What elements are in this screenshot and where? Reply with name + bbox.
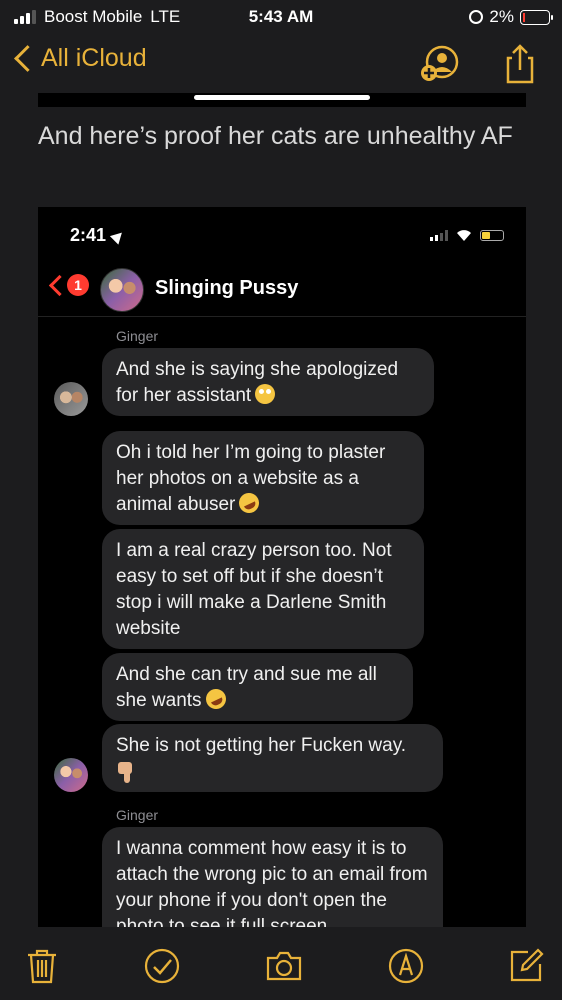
markup-icon[interactable] [386,946,426,986]
message-text: I am a real crazy person too. Not easy t… [116,540,392,639]
add-person-icon[interactable] [418,42,462,86]
message-bubble: And she can try and sue me all she wants [102,653,413,721]
message-text: She is not getting her Fucken way. [116,735,407,756]
wifi-icon [457,230,471,241]
back-label: All iCloud [41,44,147,72]
alarm-icon [469,10,484,24]
message-bubble: I am a real crazy person too. Not easy t… [102,529,424,649]
share-icon[interactable] [498,42,542,86]
battery-icon [480,229,504,241]
screenshot-time: 2:41 [70,225,127,246]
sender-name: Ginger [116,328,159,344]
divider [38,316,526,317]
camera-icon[interactable] [264,946,304,986]
unread-badge: 1 [67,274,89,296]
nav-bar: All iCloud [0,36,562,92]
note-text[interactable]: And here’s proof her cats are unhealthy … [38,118,518,154]
screenshot-status-bar: 2:41 [38,207,526,257]
attached-screenshot[interactable]: 2:41 1 Slinging Pussy Ginger And she is … [38,207,526,927]
message-bubble: Oh i told her I’m going to plaster her p… [102,431,424,525]
bottom-toolbar [0,928,562,1000]
chevron-left-icon [14,45,41,72]
image-fragment [38,93,526,107]
sender-avatar [54,758,88,792]
conversation-title: Slinging Pussy [155,277,299,299]
compose-icon[interactable] [506,946,546,986]
signal-icon [430,229,448,241]
message-text: I wanna comment how easy it is to attach… [116,838,428,927]
message-bubble: She is not getting her Fucken way. [102,724,443,792]
rofl-emoji-icon [236,489,263,517]
thumbs-down-emoji-icon [116,762,136,784]
checklist-icon[interactable] [142,946,182,986]
back-button[interactable]: All iCloud [12,44,147,73]
sender-avatar [54,382,88,416]
group-avatar [100,268,144,312]
status-right: 2% [469,7,553,27]
battery-percent: 2% [489,7,514,26]
status-bar: Boost Mobile LTE 5:43 AM 2% [0,0,562,34]
conversation-header: 1 Slinging Pussy [38,262,526,316]
sender-name: Ginger [116,807,159,823]
message-text: And she can try and sue me all she wants [116,664,377,711]
message-bubble: And she is saying she apologized for her… [102,348,434,416]
eye-roll-emoji-icon [255,384,276,404]
message-bubble: I wanna comment how easy it is to attach… [102,827,443,927]
trash-icon[interactable] [22,946,62,986]
battery-icon [520,9,553,25]
rofl-emoji-icon [202,685,229,713]
location-icon [109,228,127,245]
